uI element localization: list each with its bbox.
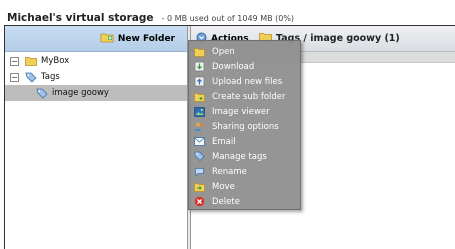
- folder-icon: [25, 56, 37, 66]
- menu-item-sharing-options[interactable]: Sharing options: [189, 119, 300, 134]
- menu-item-label: Download: [212, 61, 255, 72]
- menu-item-label: Manage tags: [212, 151, 267, 162]
- tag-icon: [194, 151, 205, 162]
- tree-item-label: image goowy: [52, 88, 109, 98]
- menu-item-move[interactable]: Move: [189, 179, 300, 194]
- menu-item-label: Open: [212, 46, 235, 57]
- left-toolbar: New Folder: [5, 26, 187, 52]
- tag-icon: [25, 72, 37, 83]
- tree-item-label: Tags: [41, 72, 60, 82]
- download-icon: [194, 61, 205, 72]
- tree-item-mybox[interactable]: − MyBox: [5, 53, 187, 69]
- open-icon: [194, 46, 205, 57]
- menu-item-delete[interactable]: Delete: [189, 194, 300, 209]
- menu-item-manage-tags[interactable]: Manage tags: [189, 149, 300, 164]
- menu-item-label: Move: [212, 181, 235, 192]
- menu-item-rename[interactable]: Rename: [189, 164, 300, 179]
- collapse-toggle[interactable]: −: [10, 56, 19, 66]
- tag-icon: [36, 88, 48, 99]
- delete-icon: [194, 196, 205, 207]
- menu-item-email[interactable]: Email: [189, 134, 300, 149]
- actions-menu: Open Download Upload new files Create su…: [188, 40, 301, 210]
- menu-item-create-sub-folder[interactable]: Create sub folder: [189, 89, 300, 104]
- menu-item-upload-new-files[interactable]: Upload new files: [189, 74, 300, 89]
- menu-item-label: Create sub folder: [212, 91, 286, 102]
- menu-item-label: Email: [212, 136, 236, 147]
- rename-icon: [194, 166, 205, 177]
- page-title: Michael's virtual storage: [7, 12, 154, 24]
- image-viewer-icon: [194, 106, 205, 117]
- tree-item-label: MyBox: [41, 56, 70, 66]
- tree-item-tags[interactable]: − Tags: [5, 69, 187, 85]
- new-folder-icon: [194, 91, 205, 102]
- new-folder-label: New Folder: [117, 34, 175, 44]
- move-icon: [194, 181, 205, 192]
- collapse-toggle[interactable]: −: [10, 72, 19, 82]
- upload-icon: [194, 76, 205, 87]
- menu-item-label: Sharing options: [212, 121, 279, 132]
- menu-item-label: Delete: [212, 196, 240, 207]
- tree-item-image-goowy[interactable]: image goowy: [5, 85, 187, 101]
- menu-item-image-viewer[interactable]: Image viewer: [189, 104, 300, 119]
- folder-tree: − MyBox − Tags image goowy: [5, 53, 187, 101]
- storage-usage: - 0 MB used out of 1049 MB (0%): [161, 14, 295, 23]
- menu-item-label: Image viewer: [212, 106, 270, 117]
- menu-item-open[interactable]: Open: [189, 44, 300, 59]
- menu-item-download[interactable]: Download: [189, 59, 300, 74]
- new-folder-button[interactable]: New Folder: [100, 32, 175, 46]
- title-bar: Michael's virtual storage - 0 MB used ou…: [0, 0, 455, 26]
- menu-item-label: Rename: [212, 166, 247, 177]
- menu-item-label: Upload new files: [212, 76, 283, 87]
- new-folder-icon: [100, 32, 114, 46]
- email-icon: [194, 136, 205, 147]
- sharing-icon: [194, 121, 205, 132]
